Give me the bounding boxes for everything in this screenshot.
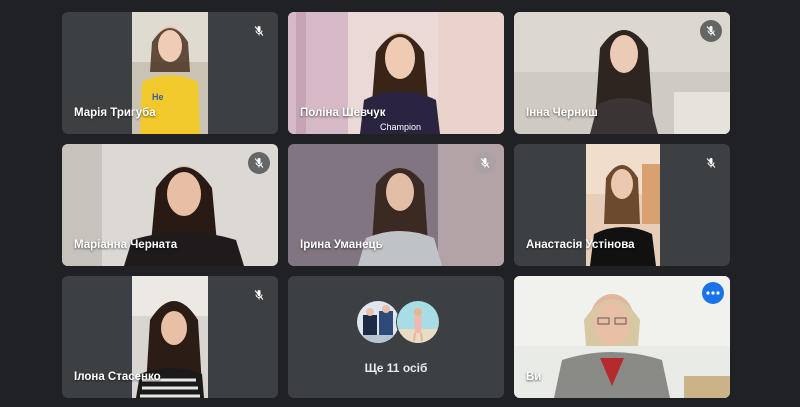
participant-tile-1[interactable]: He Марія Тригуба <box>62 12 278 134</box>
participant-tile-4[interactable]: Маріанна Черната <box>62 144 278 266</box>
avatar-stack <box>356 300 440 344</box>
mic-off-icon <box>248 152 270 174</box>
participant-tile-6[interactable]: Анастасія Устінова <box>514 144 730 266</box>
participant-name: Марія Тригуба <box>74 107 156 119</box>
mic-off-icon <box>700 152 722 174</box>
participant-name: Маріанна Черната <box>74 239 178 251</box>
participant-name: Ілона Стасенко <box>74 371 161 383</box>
participant-tile-5[interactable]: Ірина Уманець <box>288 144 504 266</box>
avatar <box>396 300 440 344</box>
avatar <box>356 300 400 344</box>
participant-name: Інна Черниш <box>526 107 598 119</box>
svg-text:He: He <box>152 92 164 102</box>
mic-off-icon <box>474 152 496 174</box>
participant-name: Поліна Шевчук <box>300 107 386 119</box>
mic-off-icon <box>248 20 270 42</box>
self-view-tile[interactable]: Ви <box>514 276 730 398</box>
participant-video <box>514 276 730 398</box>
participant-tile-3[interactable]: Інна Черниш <box>514 12 730 134</box>
more-participants-tile[interactable]: Ще 11 осіб <box>288 276 504 398</box>
participant-name: Ірина Уманець <box>300 239 383 251</box>
svg-text:Champion: Champion <box>380 122 421 132</box>
more-participants-label: Ще 11 осіб <box>364 361 428 375</box>
mic-off-icon <box>700 20 722 42</box>
participant-name: Анастасія Устінова <box>526 239 635 251</box>
participant-grid: He Марія Тригуба Champion Поліна Шевчук <box>62 12 730 398</box>
participant-tile-2[interactable]: Champion Поліна Шевчук <box>288 12 504 134</box>
mic-off-icon <box>248 284 270 306</box>
more-options-icon[interactable] <box>702 282 724 304</box>
participant-tile-7[interactable]: Ілона Стасенко <box>62 276 278 398</box>
participant-name: Ви <box>526 371 542 383</box>
